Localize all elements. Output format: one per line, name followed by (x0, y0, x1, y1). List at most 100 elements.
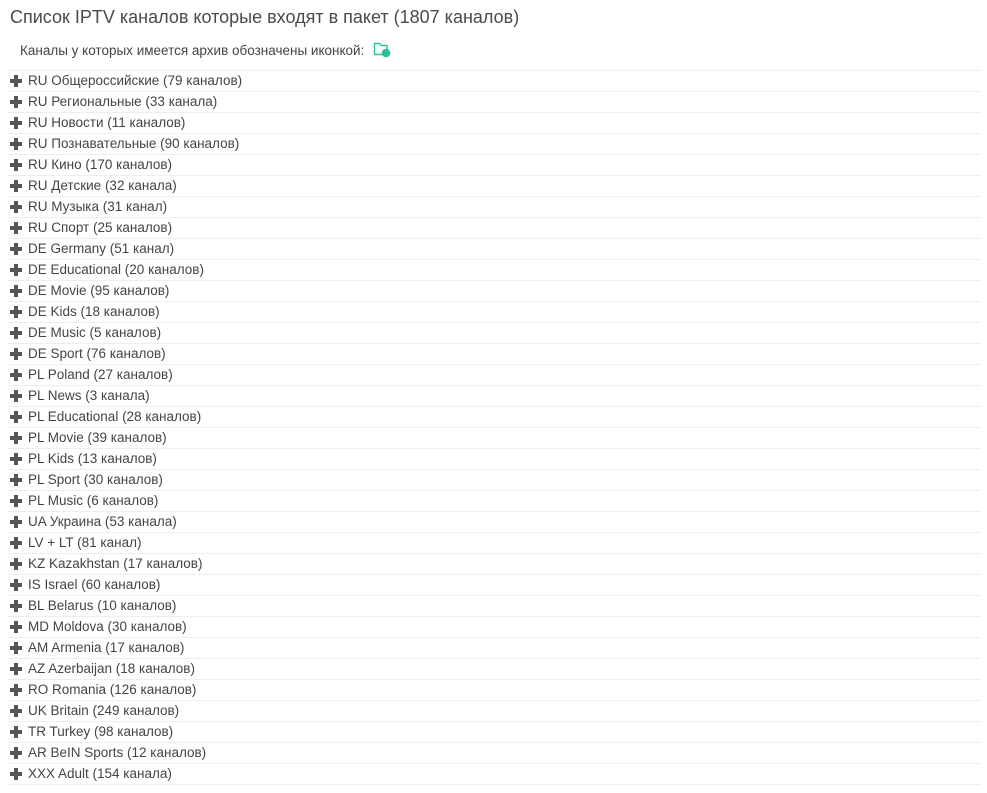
expand-plus-icon[interactable] (10, 75, 22, 87)
category-label: LV + LT (81 канал) (28, 535, 142, 550)
folder-archive-icon (373, 40, 393, 58)
category-label: AZ Azerbaijan (18 каналов) (28, 661, 195, 676)
category-item[interactable]: DE Movie (95 каналов) (8, 281, 981, 302)
category-item[interactable]: PL Music (6 каналов) (8, 491, 981, 512)
expand-plus-icon[interactable] (10, 600, 22, 612)
page-title: Список IPTV каналов которые входят в пак… (10, 7, 520, 27)
category-item[interactable]: RU Кино (170 каналов) (8, 155, 981, 176)
category-label: AM Armenia (17 каналов) (28, 640, 185, 655)
expand-plus-icon[interactable] (10, 96, 22, 108)
expand-plus-icon[interactable] (10, 159, 22, 171)
category-label: RO Romania (126 каналов) (28, 682, 197, 697)
expand-plus-icon[interactable] (10, 327, 22, 339)
category-item[interactable]: UA Украина (53 канала) (8, 512, 981, 533)
category-label: PL Educational (28 каналов) (28, 409, 202, 424)
category-item[interactable]: AM Armenia (17 каналов) (8, 638, 981, 659)
category-label: PL News (3 канала) (28, 388, 150, 403)
category-item[interactable]: KZ Kazakhstan (17 каналов) (8, 554, 981, 575)
category-item[interactable]: DE Sport (76 каналов) (8, 344, 981, 365)
category-item[interactable]: PL Poland (27 каналов) (8, 365, 981, 386)
category-label: PL Movie (39 каналов) (28, 430, 167, 445)
expand-plus-icon[interactable] (10, 537, 22, 549)
category-label: PL Kids (13 каналов) (28, 451, 157, 466)
category-label: AR BeIN Sports (12 каналов) (28, 745, 207, 760)
category-label: RU Новости (11 каналов) (28, 115, 186, 130)
expand-plus-icon[interactable] (10, 558, 22, 570)
archive-legend-text: Каналы у которых имеется архив обозначен… (20, 42, 365, 58)
channel-category-list: RU Общероссийские (79 каналов) RU Региона… (8, 70, 981, 785)
category-item[interactable]: PL Educational (28 каналов) (8, 407, 981, 428)
category-item[interactable]: RU Детские (32 канала) (8, 176, 981, 197)
category-item[interactable]: TR Turkey (98 каналов) (8, 722, 981, 743)
expand-plus-icon[interactable] (10, 747, 22, 759)
expand-plus-icon[interactable] (10, 663, 22, 675)
expand-plus-icon[interactable] (10, 264, 22, 276)
expand-plus-icon[interactable] (10, 516, 22, 528)
category-label: UK Britain (249 каналов) (28, 703, 180, 718)
expand-plus-icon[interactable] (10, 474, 22, 486)
expand-plus-icon[interactable] (10, 642, 22, 654)
category-item[interactable]: MD Moldova (30 каналов) (8, 617, 981, 638)
expand-plus-icon[interactable] (10, 453, 22, 465)
category-item[interactable]: DE Kids (18 каналов) (8, 302, 981, 323)
category-item[interactable]: PL Movie (39 каналов) (8, 428, 981, 449)
category-label: RU Спорт (25 каналов) (28, 220, 173, 235)
expand-plus-icon[interactable] (10, 138, 22, 150)
expand-plus-icon[interactable] (10, 180, 22, 192)
category-label: XXX Adult (154 канала) (28, 766, 172, 781)
expand-plus-icon[interactable] (10, 306, 22, 318)
category-label: RU Музыка (31 канал) (28, 199, 168, 214)
category-label: RU Кино (170 каналов) (28, 157, 173, 172)
archive-legend: Каналы у которых имеется архив обозначен… (20, 39, 393, 61)
category-item[interactable]: PL Sport (30 каналов) (8, 470, 981, 491)
category-label: PL Music (6 каналов) (28, 493, 159, 508)
category-label: DE Music (5 каналов) (28, 325, 162, 340)
category-label: RU Региональные (33 канала) (28, 94, 218, 109)
category-item[interactable]: DE Educational (20 каналов) (8, 260, 981, 281)
category-label: MD Moldova (30 каналов) (28, 619, 187, 634)
expand-plus-icon[interactable] (10, 117, 22, 129)
category-item[interactable]: PL News (3 канала) (8, 386, 981, 407)
category-item[interactable]: AZ Azerbaijan (18 каналов) (8, 659, 981, 680)
expand-plus-icon[interactable] (10, 579, 22, 591)
expand-plus-icon[interactable] (10, 222, 22, 234)
expand-plus-icon[interactable] (10, 369, 22, 381)
expand-plus-icon[interactable] (10, 201, 22, 213)
category-item[interactable]: RU Общероссийские (79 каналов) (8, 71, 981, 92)
category-item[interactable]: RU Новости (11 каналов) (8, 113, 981, 134)
expand-plus-icon[interactable] (10, 348, 22, 360)
category-label: RU Общероссийские (79 каналов) (28, 73, 243, 88)
category-label: RU Познавательные (90 каналов) (28, 136, 240, 151)
expand-plus-icon[interactable] (10, 621, 22, 633)
category-item[interactable]: RU Музыка (31 канал) (8, 197, 981, 218)
category-label: DE Educational (20 каналов) (28, 262, 204, 277)
category-item[interactable]: DE Germany (51 канал) (8, 239, 981, 260)
expand-plus-icon[interactable] (10, 432, 22, 444)
category-item[interactable]: RU Региональные (33 канала) (8, 92, 981, 113)
expand-plus-icon[interactable] (10, 285, 22, 297)
expand-plus-icon[interactable] (10, 726, 22, 738)
expand-plus-icon[interactable] (10, 243, 22, 255)
category-label: BL Belarus (10 каналов) (28, 598, 177, 613)
category-item[interactable]: BL Belarus (10 каналов) (8, 596, 981, 617)
category-item[interactable]: LV + LT (81 канал) (8, 533, 981, 554)
category-item[interactable]: UK Britain (249 каналов) (8, 701, 981, 722)
category-item[interactable]: RO Romania (126 каналов) (8, 680, 981, 701)
category-item[interactable]: AR BeIN Sports (12 каналов) (8, 743, 981, 764)
expand-plus-icon[interactable] (10, 390, 22, 402)
category-item[interactable]: RU Познавательные (90 каналов) (8, 134, 981, 155)
expand-plus-icon[interactable] (10, 411, 22, 423)
category-item[interactable]: PL Kids (13 каналов) (8, 449, 981, 470)
category-label: UA Украина (53 канала) (28, 514, 177, 529)
category-item[interactable]: XXX Adult (154 канала) (8, 764, 981, 785)
category-label: PL Poland (27 каналов) (28, 367, 173, 382)
expand-plus-icon[interactable] (10, 705, 22, 717)
category-item[interactable]: DE Music (5 каналов) (8, 323, 981, 344)
expand-plus-icon[interactable] (10, 684, 22, 696)
expand-plus-icon[interactable] (10, 495, 22, 507)
category-item[interactable]: RU Спорт (25 каналов) (8, 218, 981, 239)
category-label: IS Israel (60 каналов) (28, 577, 161, 592)
category-label: DE Germany (51 канал) (28, 241, 175, 256)
expand-plus-icon[interactable] (10, 768, 22, 780)
category-item[interactable]: IS Israel (60 каналов) (8, 575, 981, 596)
